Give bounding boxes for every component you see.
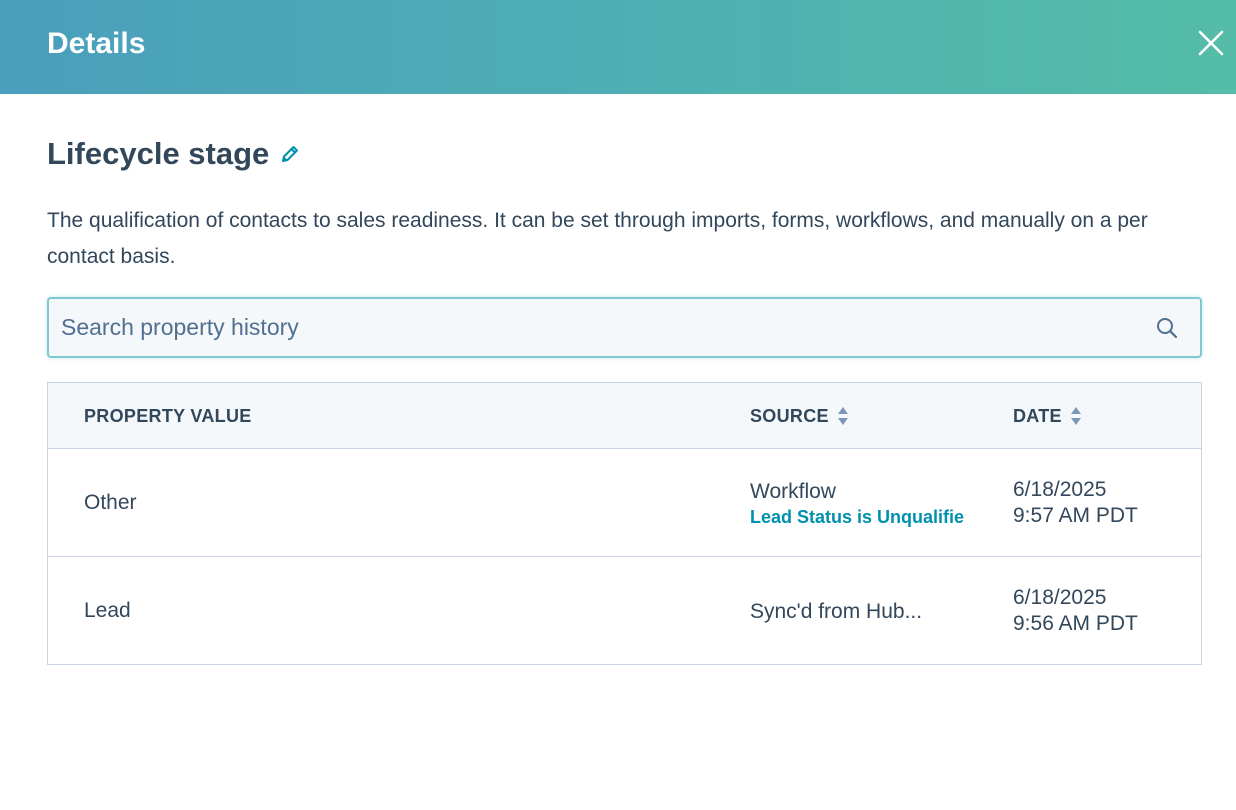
- date-value: 6/18/2025: [1013, 478, 1107, 501]
- source-workflow-link[interactable]: Lead Status is Unqualifie: [750, 505, 978, 529]
- table-row: Lead Sync'd from Hub... 6/18/2025 9:56 A…: [48, 557, 1201, 665]
- edit-property-button[interactable]: [279, 143, 301, 165]
- column-label: SOURCE: [750, 405, 829, 426]
- property-description: The qualification of contacts to sales r…: [47, 209, 1148, 268]
- property-title: Lifecycle stage: [47, 136, 270, 171]
- column-header-date[interactable]: DATE: [1013, 383, 1082, 449]
- column-label: PROPERTY VALUE: [84, 405, 252, 426]
- property-value-cell: Lead: [84, 599, 131, 622]
- close-button[interactable]: [1192, 24, 1230, 62]
- search-box: [47, 297, 1202, 358]
- source-cell: Sync'd from Hub...: [750, 557, 990, 665]
- table-row: Other Workflow Lead Status is Unqualifie…: [48, 449, 1201, 557]
- source-cell: Workflow Lead Status is Unqualifie: [750, 449, 990, 557]
- date-value: 6/18/2025: [1013, 586, 1107, 609]
- pencil-icon: [282, 146, 299, 162]
- date-cell: 6/18/2025 9:56 AM PDT: [1013, 557, 1138, 665]
- close-icon: [1198, 30, 1224, 56]
- column-label: DATE: [1013, 405, 1062, 426]
- source-type: Workflow: [750, 479, 836, 503]
- search-input[interactable]: [61, 299, 1141, 356]
- time-value: 9:56 AM PDT: [1013, 612, 1138, 635]
- column-header-property-value: PROPERTY VALUE: [84, 383, 252, 449]
- panel-header: Details: [0, 0, 1236, 94]
- column-header-source[interactable]: SOURCE: [750, 383, 849, 449]
- property-title-row: Lifecycle stage: [47, 134, 301, 174]
- source-type: Sync'd from Hub...: [750, 599, 923, 623]
- property-history-table: PROPERTY VALUE SOURCE DATE Other Workflo…: [47, 382, 1202, 665]
- sort-icon[interactable]: [837, 404, 849, 428]
- table-header: PROPERTY VALUE SOURCE DATE: [48, 383, 1201, 449]
- search-icon[interactable]: [1155, 316, 1179, 340]
- property-value-cell: Other: [84, 491, 137, 514]
- sort-icon[interactable]: [1070, 404, 1082, 428]
- panel-title: Details: [47, 27, 146, 60]
- date-cell: 6/18/2025 9:57 AM PDT: [1013, 449, 1138, 557]
- time-value: 9:57 AM PDT: [1013, 504, 1138, 527]
